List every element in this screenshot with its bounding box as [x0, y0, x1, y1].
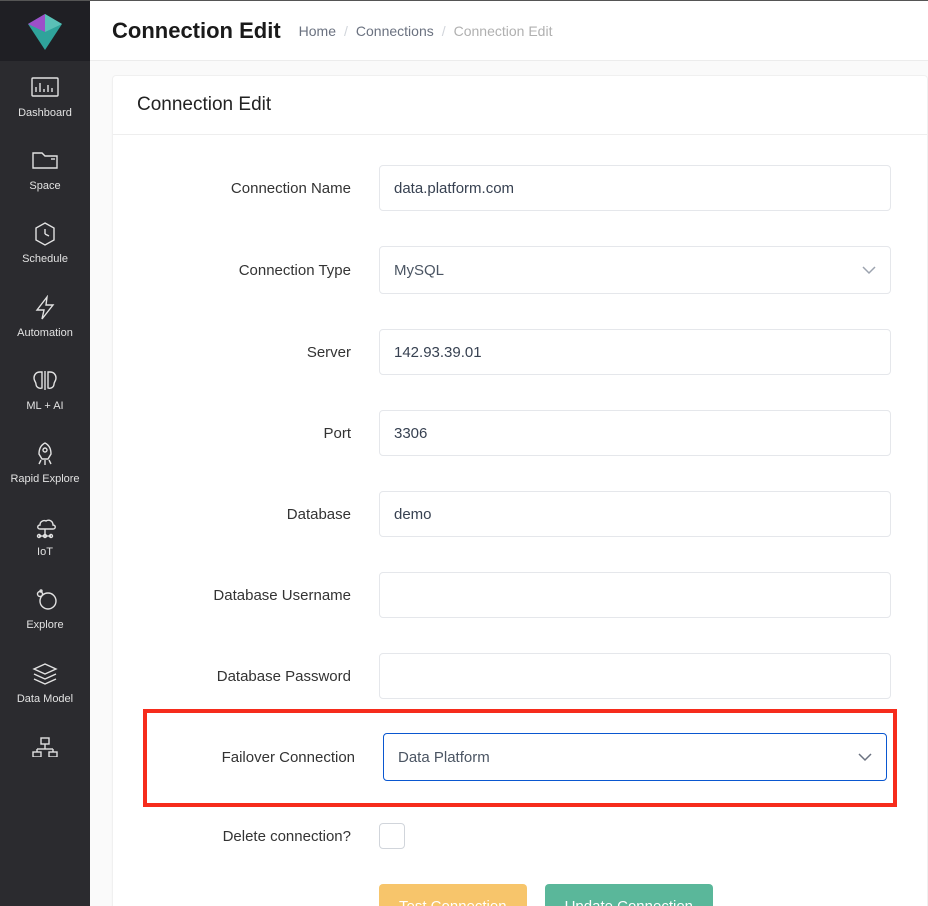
page-title: Connection Edit [112, 18, 281, 44]
sidebar-item-iot[interactable]: IoT [0, 500, 90, 573]
sidebar-label: Schedule [22, 253, 68, 266]
server-input[interactable] [379, 329, 891, 375]
row-server: Server [143, 329, 897, 375]
sidebar-item-automation[interactable]: Automation [0, 281, 90, 354]
label-db-password: Database Password [149, 668, 379, 685]
sidebar-item-explore[interactable]: Explore [0, 573, 90, 646]
explore-icon [31, 587, 59, 613]
breadcrumb-connections[interactable]: Connections [356, 23, 434, 39]
update-connection-button[interactable]: Update Connection [545, 884, 713, 906]
sidebar-item-ml-ai[interactable]: ML + AI [0, 354, 90, 427]
rocket-icon [31, 441, 59, 467]
sidebar-label: Data Model [17, 693, 73, 706]
sidebar-label: Rapid Explore [10, 473, 79, 486]
label-connection-type: Connection Type [149, 262, 379, 279]
row-connection-type: Connection Type MySQL [143, 246, 897, 294]
select-value: Data Platform [398, 749, 490, 766]
form-actions: Test Connection Update Connection [143, 884, 897, 906]
label-delete: Delete connection? [149, 828, 379, 845]
select-value: MySQL [394, 262, 444, 279]
database-input[interactable] [379, 491, 891, 537]
breadcrumb-home[interactable]: Home [299, 23, 336, 39]
row-database: Database [143, 491, 897, 537]
breadcrumb: Home / Connections / Connection Edit [299, 23, 553, 39]
sidebar-label: IoT [37, 546, 53, 559]
folder-icon [31, 148, 59, 174]
db-password-input[interactable] [379, 653, 891, 699]
label-db-username: Database Username [149, 587, 379, 604]
connection-name-input[interactable] [379, 165, 891, 211]
app-logo[interactable] [0, 1, 90, 61]
layers-icon [31, 661, 59, 687]
card-title: Connection Edit [137, 94, 903, 116]
content-wrapper: Connection Edit Connection Name Connecti… [90, 61, 928, 906]
cloud-network-icon [31, 514, 59, 540]
label-failover: Failover Connection [153, 749, 383, 766]
sidebar-item-data-model[interactable]: Data Model [0, 647, 90, 720]
chevron-down-icon [862, 266, 876, 275]
label-database: Database [149, 506, 379, 523]
row-db-password: Database Password [143, 653, 897, 699]
label-connection-name: Connection Name [149, 180, 379, 197]
breadcrumb-current: Connection Edit [454, 23, 553, 39]
test-connection-button[interactable]: Test Connection [379, 884, 527, 906]
sidebar-item-rapid-explore[interactable]: Rapid Explore [0, 427, 90, 500]
chevron-down-icon [858, 753, 872, 762]
sidebar-label: Explore [26, 619, 63, 632]
db-username-input[interactable] [379, 572, 891, 618]
connection-form: Connection Name Connection Type MySQL [113, 135, 927, 906]
connection-type-select[interactable]: MySQL [379, 246, 891, 294]
clock-icon [31, 221, 59, 247]
card-header: Connection Edit [113, 76, 927, 135]
tree-icon [31, 734, 59, 760]
card: Connection Edit Connection Name Connecti… [112, 75, 928, 906]
sidebar-item-dashboard[interactable]: Dashboard [0, 61, 90, 134]
sidebar: Dashboard Space Schedule [0, 1, 90, 906]
row-port: Port [143, 410, 897, 456]
delete-checkbox[interactable] [379, 823, 405, 849]
port-input[interactable] [379, 410, 891, 456]
dashboard-icon [31, 75, 59, 101]
row-delete-connection: Delete connection? [143, 823, 897, 849]
main-content: Connection Edit Home / Connections / Con… [90, 1, 928, 906]
row-connection-name: Connection Name [143, 165, 897, 211]
label-port: Port [149, 425, 379, 442]
failover-select[interactable]: Data Platform [383, 733, 887, 781]
brain-icon [31, 368, 59, 394]
lightning-icon [31, 295, 59, 321]
sidebar-label: Automation [17, 327, 73, 340]
sidebar-label: ML + AI [26, 400, 63, 413]
row-db-username: Database Username [143, 572, 897, 618]
sidebar-item-schedule[interactable]: Schedule [0, 207, 90, 280]
sidebar-label: Dashboard [18, 107, 72, 120]
sidebar-item-more[interactable] [0, 720, 90, 774]
sidebar-label: Space [29, 180, 60, 193]
row-failover-connection: Failover Connection Data Platform [143, 709, 897, 807]
topbar: Connection Edit Home / Connections / Con… [90, 1, 928, 61]
label-server: Server [149, 344, 379, 361]
sidebar-item-space[interactable]: Space [0, 134, 90, 207]
